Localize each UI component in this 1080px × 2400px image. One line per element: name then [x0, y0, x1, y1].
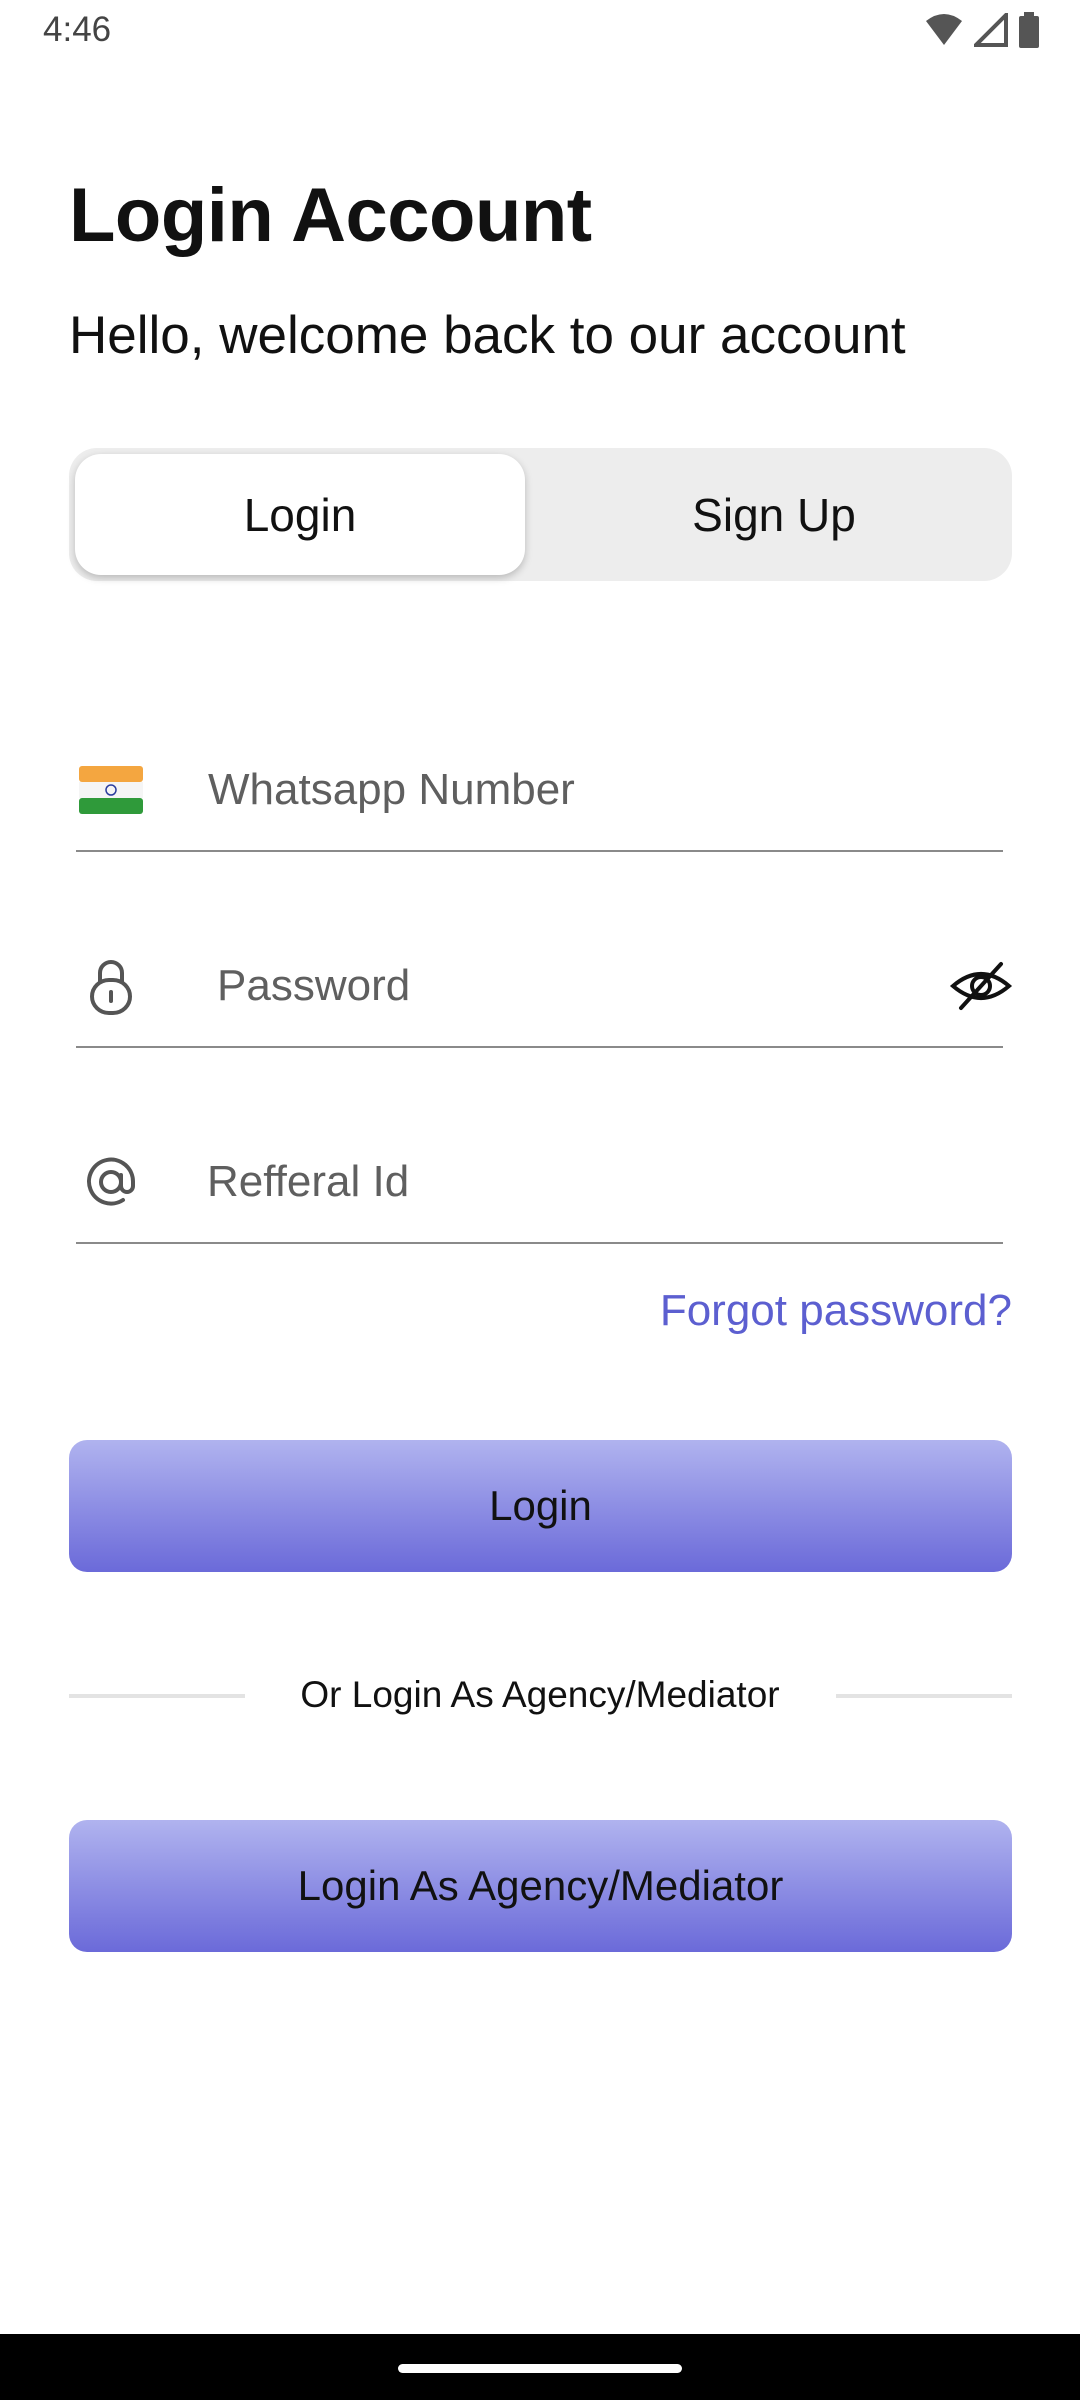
page-title: Login Account: [69, 173, 592, 258]
agency-login-button[interactable]: Login As Agency/Mediator: [69, 1820, 1012, 1952]
lock-icon: [76, 926, 146, 1046]
at-sign-icon: [76, 1122, 146, 1242]
page-subtitle: Hello, welcome back to our account: [69, 306, 906, 365]
wifi-icon: [926, 14, 962, 45]
signal-icon: [974, 13, 1008, 47]
india-flag-icon[interactable]: [76, 730, 146, 850]
whatsapp-number-field[interactable]: Whatsapp Number: [76, 730, 1003, 852]
status-time: 4:46: [43, 10, 112, 49]
whatsapp-number-input[interactable]: Whatsapp Number: [208, 730, 575, 850]
divider-right: [836, 1694, 1012, 1698]
referral-id-field[interactable]: Refferal Id: [76, 1122, 1003, 1244]
password-field[interactable]: Password: [76, 926, 1013, 1048]
home-gesture-handle[interactable]: [398, 2364, 682, 2373]
tab-login[interactable]: Login: [75, 454, 525, 575]
referral-id-input[interactable]: Refferal Id: [207, 1122, 409, 1242]
battery-icon: [1019, 12, 1039, 48]
auth-tab-switcher: Login Sign Up: [69, 448, 1012, 581]
eye-off-icon[interactable]: [949, 954, 1013, 1018]
status-icons: [924, 12, 1040, 48]
forgot-password-link[interactable]: Forgot password?: [660, 1286, 1012, 1336]
tab-sign-up[interactable]: Sign Up: [539, 454, 1009, 575]
password-input[interactable]: Password: [217, 926, 410, 1046]
login-button[interactable]: Login: [69, 1440, 1012, 1572]
